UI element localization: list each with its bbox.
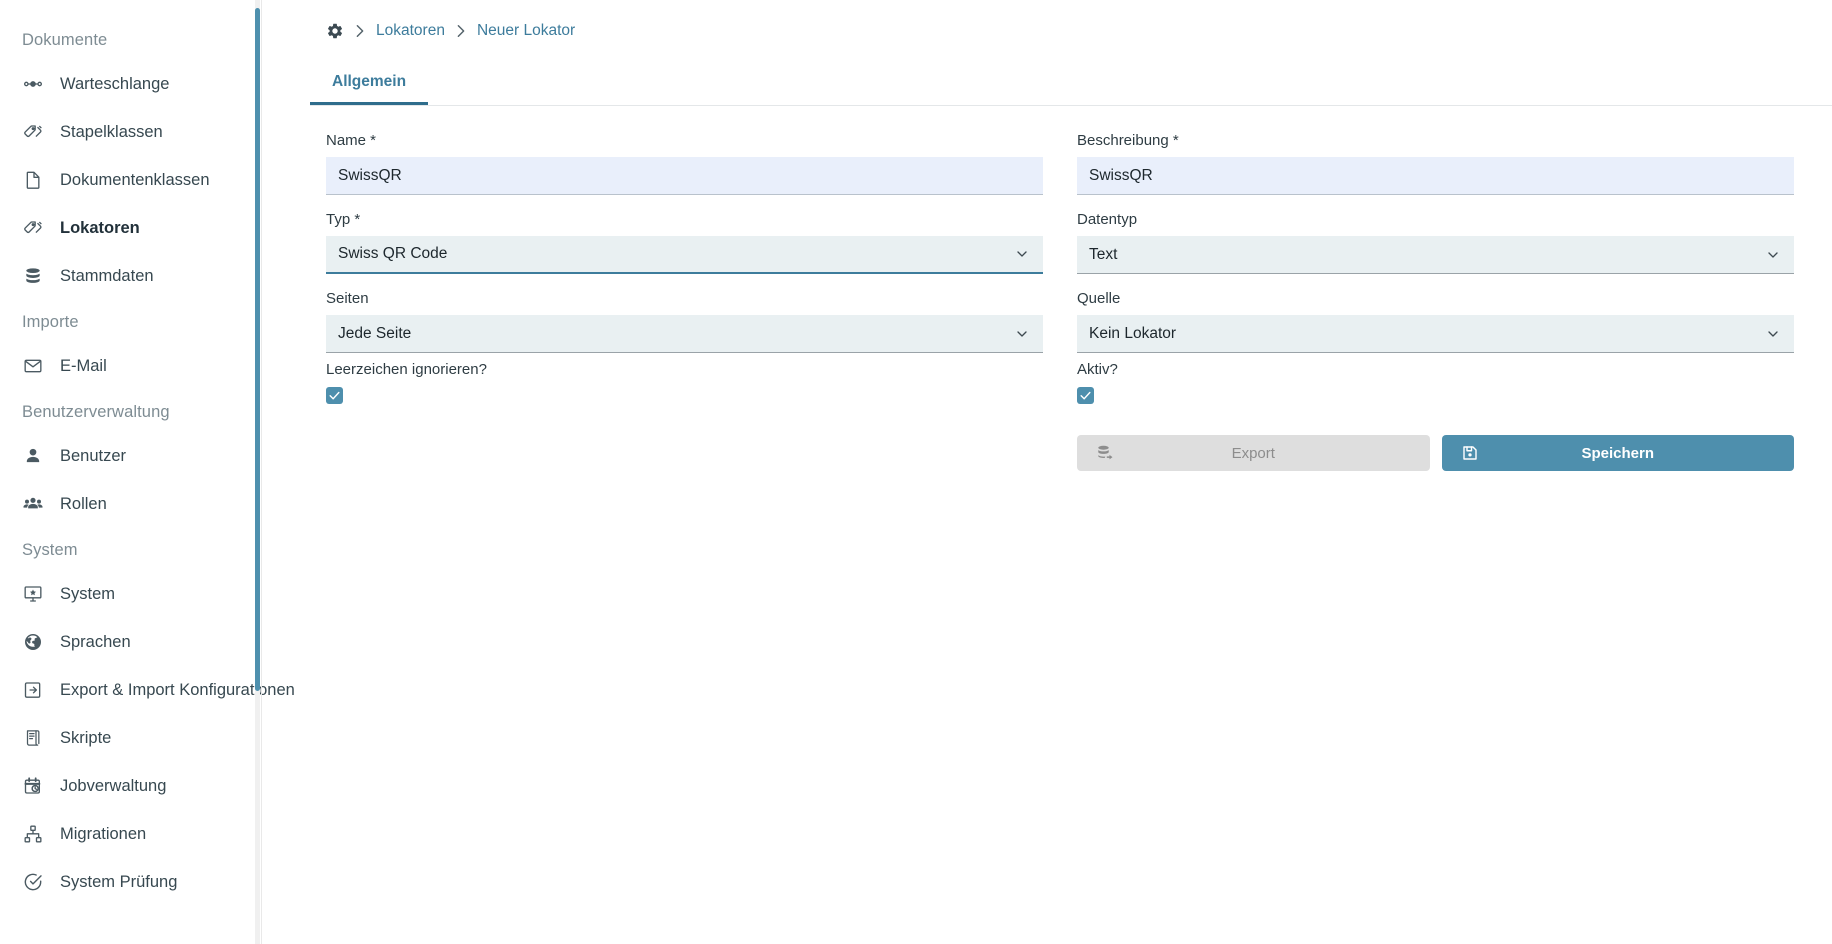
sidebar-item-label: System: [60, 585, 116, 603]
label-datentyp: Datentyp: [1077, 211, 1138, 228]
sidebar-item-label: Dokumentenklassen: [60, 171, 210, 189]
sitemap-icon: [22, 823, 44, 845]
tab-bar: Allgemein: [304, 62, 1832, 106]
typ-select[interactable]: Swiss QR Code: [326, 236, 1043, 274]
document-icon: [22, 169, 44, 191]
form-column-left: Name * Typ * Swiss QR Code Sei: [310, 124, 1053, 471]
save-button[interactable]: Speichern: [1441, 435, 1794, 471]
breadcrumb-item-lokatoren[interactable]: Lokatoren: [376, 21, 445, 41]
sidebar-item-label: System Prüfung: [60, 873, 178, 891]
breadcrumb: Lokatoren Neuer Lokator: [304, 0, 1832, 62]
queue-icon: [22, 73, 44, 95]
sidebar-item-label: Stammdaten: [60, 267, 154, 285]
field-quelle: Quelle Kein Lokator: [1077, 282, 1794, 353]
seiten-select[interactable]: Jede Seite: [326, 315, 1043, 353]
label-seiten: Seiten: [326, 290, 369, 307]
chevron-down-icon: [1764, 246, 1782, 264]
sidebar: Dokumente Warteschlange Stapelklassen Dokum…: [0, 0, 304, 944]
form-action-buttons: Export Speichern: [1077, 435, 1794, 471]
typ-select-value: Swiss QR Code: [338, 245, 448, 262]
sidebar-item-label: Stapelklassen: [60, 123, 163, 141]
globe-icon: [22, 631, 44, 653]
import-export-icon: [22, 679, 44, 701]
breadcrumb-item-neuer-lokator[interactable]: Neuer Lokator: [477, 21, 575, 41]
app-root: Dokumente Warteschlange Stapelklassen Dokum…: [0, 0, 1832, 944]
locator-form: Name * Typ * Swiss QR Code Sei: [304, 106, 1832, 471]
field-seiten: Seiten Jede Seite: [326, 282, 1043, 353]
chevron-down-icon: [1764, 325, 1782, 343]
export-button[interactable]: Export: [1077, 435, 1430, 471]
sidebar-item-label: Skripte: [60, 729, 112, 747]
field-aktiv: Aktiv?: [1077, 361, 1794, 407]
database-export-icon: [1095, 443, 1115, 463]
sidebar-item-label: Lokatoren: [60, 219, 140, 237]
label-quelle: Quelle: [1077, 290, 1121, 307]
save-icon: [1460, 443, 1480, 463]
gear-icon[interactable]: [326, 22, 344, 40]
monitor-icon: [22, 583, 44, 605]
tags-icon: [22, 121, 44, 143]
field-leerzeichen-ignorieren: Leerzeichen ignorieren?: [326, 361, 1043, 407]
name-input[interactable]: [326, 157, 1043, 195]
mail-icon: [22, 355, 44, 377]
sidebar-scrollbar-thumb[interactable]: [255, 8, 260, 691]
form-column-right: Beschreibung * Datentyp Text Q: [1067, 124, 1810, 471]
export-button-label: Export: [1231, 444, 1275, 462]
leerzeichen-ignorieren-checkbox[interactable]: [326, 387, 343, 404]
user-icon: [22, 445, 44, 467]
breadcrumb-separator: [456, 24, 466, 38]
aktiv-checkbox[interactable]: [1077, 387, 1094, 404]
tab-allgemein[interactable]: Allgemein: [310, 62, 429, 105]
seiten-select-value: Jede Seite: [338, 324, 412, 342]
sidebar-item-label: Sprachen: [60, 633, 131, 651]
check-circle-icon: [22, 871, 44, 893]
database-icon: [22, 265, 44, 287]
chevron-down-icon: [1013, 325, 1031, 343]
field-datentyp: Datentyp Text: [1077, 203, 1794, 274]
main-gutter: [304, 0, 310, 944]
beschreibung-input[interactable]: [1077, 157, 1794, 195]
chevron-down-icon: [1013, 245, 1031, 263]
calendar-clock-icon: [22, 775, 44, 797]
sidebar-item-label: Jobverwaltung: [60, 777, 167, 795]
quelle-select-value: Kein Lokator: [1089, 324, 1177, 342]
field-beschreibung: Beschreibung *: [1077, 124, 1794, 195]
field-typ: Typ * Swiss QR Code: [326, 203, 1043, 274]
field-name: Name *: [326, 124, 1043, 195]
tags-icon: [22, 217, 44, 239]
quelle-select[interactable]: Kein Lokator: [1077, 315, 1794, 353]
sidebar-item-label: Warteschlange: [60, 75, 170, 93]
datentyp-select[interactable]: Text: [1077, 236, 1794, 274]
form-card: Allgemein Name * Typ * Swiss QR Code: [304, 62, 1832, 944]
script-icon: [22, 727, 44, 749]
label-beschreibung: Beschreibung *: [1077, 132, 1179, 149]
main-content: Lokatoren Neuer Lokator Allgemein Name *: [304, 0, 1832, 944]
sidebar-item-label: E-Mail: [60, 357, 107, 375]
label-name: Name *: [326, 132, 377, 149]
sidebar-item-label: Benutzer: [60, 447, 127, 465]
sidebar-item-label: Rollen: [60, 495, 107, 513]
label-leerzeichen-ignorieren: Leerzeichen ignorieren?: [326, 361, 487, 378]
sidebar-divider: [261, 0, 262, 944]
datentyp-select-value: Text: [1089, 245, 1118, 263]
sidebar-item-label: Migrationen: [60, 825, 147, 843]
users-icon: [22, 493, 44, 515]
label-aktiv: Aktiv?: [1077, 361, 1118, 378]
save-button-label: Speichern: [1581, 444, 1655, 462]
breadcrumb-separator: [355, 24, 365, 38]
label-typ: Typ *: [326, 211, 361, 228]
